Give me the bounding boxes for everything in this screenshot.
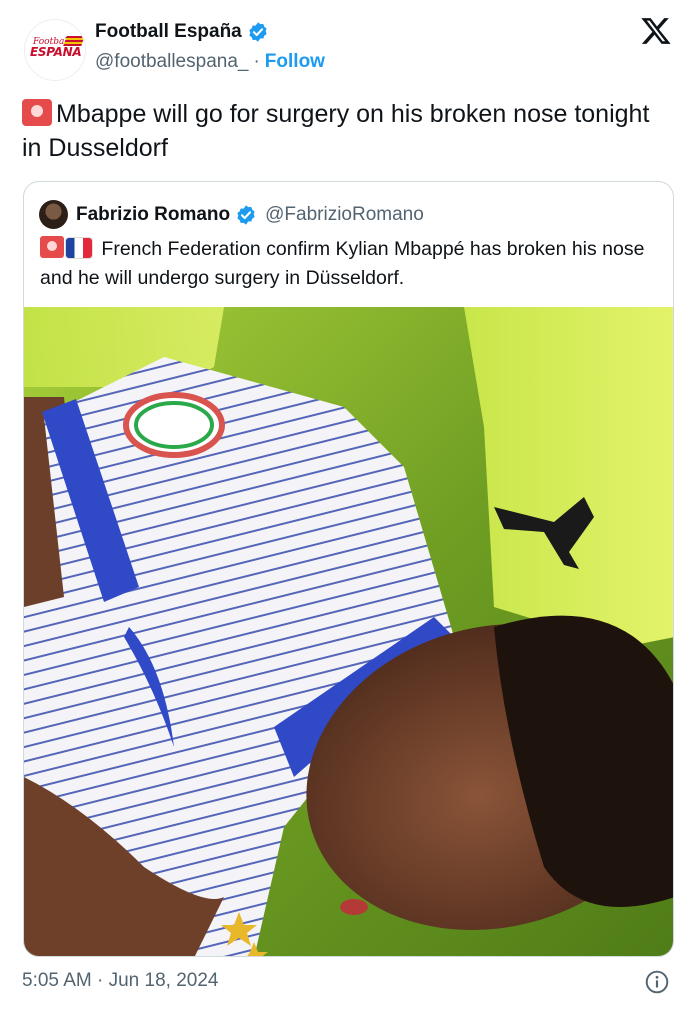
quoted-author-avatar[interactable] xyxy=(39,200,68,229)
tweet-timestamp[interactable]: 5:05 AM · Jun 18, 2024 xyxy=(22,970,218,992)
author-avatar[interactable]: Football ESPAÑA xyxy=(24,19,86,81)
separator-dot: · xyxy=(253,51,260,72)
author-handle-row: @footballespana_ · Follow xyxy=(95,51,325,73)
france-flag-emoji-icon xyxy=(66,238,92,258)
quoted-author-name[interactable]: Fabrizio Romano xyxy=(76,204,230,226)
author-handle[interactable]: @footballespana_ xyxy=(95,51,248,73)
author-name-row: Football España xyxy=(95,21,269,43)
police-siren-emoji-icon xyxy=(40,236,64,258)
quoted-tweet-header: Fabrizio Romano @FabrizioRomano xyxy=(39,200,424,229)
quoted-tweet-text: French Federation confirm Kylian Mbappé … xyxy=(40,235,660,293)
x-logo-icon[interactable] xyxy=(640,15,672,47)
verified-badge-icon xyxy=(249,22,267,42)
quoted-tweet[interactable]: Fabrizio Romano @FabrizioRomano French F… xyxy=(23,181,674,957)
avatar-logo-main-text: ESPAÑA xyxy=(30,45,82,59)
quoted-tweet-body: French Federation confirm Kylian Mbappé … xyxy=(40,238,645,289)
quoted-author-handle[interactable]: @FabrizioRomano xyxy=(265,204,424,226)
verified-badge-icon xyxy=(237,204,255,225)
tweet-text: Mbappe will go for surgery on his broken… xyxy=(22,97,672,165)
tweet-body: Mbappe will go for surgery on his broken… xyxy=(22,100,650,162)
mbappe-photo[interactable] xyxy=(24,307,674,957)
follow-button[interactable]: Follow xyxy=(265,51,325,73)
tweet-card: Football ESPAÑA Football España @footbal… xyxy=(0,0,698,1010)
info-icon[interactable] xyxy=(644,969,670,995)
author-display-name[interactable]: Football España xyxy=(95,21,242,43)
police-siren-emoji-icon xyxy=(22,99,52,126)
